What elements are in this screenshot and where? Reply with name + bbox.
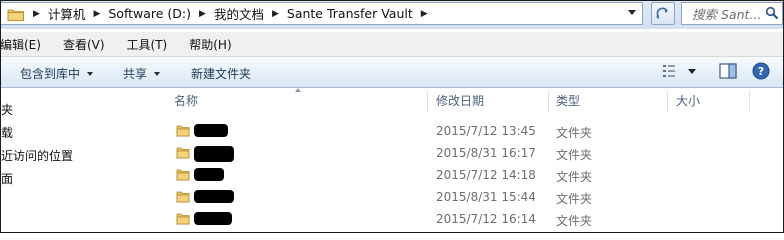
share-label: 共享 (123, 67, 148, 81)
breadcrumb-chevron-icon[interactable]: ▶ (199, 9, 206, 19)
column-divider[interactable] (667, 90, 668, 112)
file-type: 文件夹 (556, 170, 593, 184)
column-divider[interactable] (749, 90, 750, 112)
address-history-dropdown-icon[interactable] (628, 10, 636, 15)
chevron-down-icon (87, 71, 94, 76)
nav-item-downloads[interactable]: 载 (1, 124, 13, 141)
nav-item-favorites[interactable]: 夹 (1, 101, 13, 118)
new-folder-label: 新建文件夹 (191, 67, 252, 81)
redacted-file-name (194, 146, 234, 162)
file-row[interactable]: 2015/7/12 13:45 文件夹 (164, 121, 783, 143)
breadcrumb-chevron-icon[interactable]: ▶ (33, 9, 40, 19)
file-row[interactable]: 2015/8/31 15:44 文件夹 (164, 187, 783, 209)
file-modified-date: 2015/7/12 16:14 (436, 212, 536, 226)
file-row[interactable]: 2015/8/31 16:17 文件夹 (164, 143, 783, 165)
column-header-name-label: 名称 (174, 94, 199, 108)
preview-pane-icon[interactable] (719, 63, 737, 82)
column-header-type[interactable]: 类型 (556, 88, 666, 113)
help-icon[interactable]: ? (752, 62, 770, 83)
address-bar[interactable]: ▶ 计算机 ▶ Software (D:) ▶ 我的文档 ▶ Sante Tra… (1, 2, 643, 25)
menu-help[interactable]: 帮助(H) (189, 36, 231, 53)
breadcrumb-chevron-icon[interactable]: ▶ (421, 9, 428, 19)
menu-view[interactable]: 查看(V) (63, 36, 105, 53)
search-placeholder: 搜索 Sant... (692, 7, 762, 22)
file-modified-date: 2015/7/12 14:18 (436, 168, 536, 182)
file-modified-date: 2015/8/31 16:17 (436, 146, 536, 160)
view-options-dropdown-icon[interactable] (688, 69, 696, 74)
chevron-down-icon (154, 71, 161, 76)
redacted-file-name (194, 124, 228, 137)
file-modified-date: 2015/7/12 13:45 (436, 124, 536, 138)
menu-bar: 编辑(E) 查看(V) 工具(T) 帮助(H) (1, 32, 783, 57)
column-header-type-label: 类型 (556, 94, 581, 108)
file-type: 文件夹 (556, 148, 593, 162)
folder-icon (176, 146, 190, 162)
menu-tools[interactable]: 工具(T) (127, 36, 168, 53)
folder-icon (176, 168, 190, 184)
refresh-icon (656, 7, 668, 19)
explorer-window: ▶ 计算机 ▶ Software (D:) ▶ 我的文档 ▶ Sante Tra… (0, 0, 784, 233)
breadcrumb-documents[interactable]: 我的文档 (214, 4, 264, 23)
column-header-size-label: 大小 (676, 94, 701, 108)
file-row[interactable]: 2015/7/12 14:18 文件夹 (164, 165, 783, 187)
folder-icon (176, 212, 190, 228)
view-options-icon[interactable] (663, 65, 679, 80)
nav-item-recent-places[interactable]: 近访问的位置 (1, 147, 73, 164)
command-bar: 包含到库中 共享 新建文件夹 ? (1, 57, 783, 88)
refresh-button[interactable] (651, 2, 675, 25)
column-header-size[interactable]: 大小 (676, 88, 746, 113)
breadcrumb-chevron-icon[interactable]: ▶ (272, 9, 279, 19)
file-type: 文件夹 (556, 214, 593, 228)
column-header-modified[interactable]: 修改日期 (436, 88, 551, 113)
file-list: 名称 修改日期 类型 大小 2015/7/12 13:45 文件夹 2015/8… (164, 88, 783, 232)
column-divider[interactable] (427, 90, 428, 112)
menu-edit[interactable]: 编辑(E) (1, 36, 41, 53)
include-in-library-label: 包含到库中 (20, 67, 81, 81)
breadcrumb-chevron-icon[interactable]: ▶ (93, 9, 100, 19)
file-modified-date: 2015/8/31 15:44 (436, 190, 536, 204)
search-icon[interactable] (765, 6, 779, 23)
address-row: ▶ 计算机 ▶ Software (D:) ▶ 我的文档 ▶ Sante Tra… (1, 1, 783, 29)
breadcrumb-current-folder[interactable]: Sante Transfer Vault (287, 6, 413, 21)
redacted-file-name (194, 212, 232, 225)
share-button[interactable]: 共享 (123, 65, 161, 82)
nav-item-desktop[interactable]: 面 (1, 170, 13, 187)
column-header-name[interactable]: 名称 (174, 88, 424, 113)
include-in-library-button[interactable]: 包含到库中 (20, 65, 94, 82)
folder-icon (7, 7, 25, 21)
breadcrumb-drive[interactable]: Software (D:) (108, 6, 191, 21)
column-header-modified-label: 修改日期 (436, 94, 485, 108)
new-folder-button[interactable]: 新建文件夹 (191, 65, 251, 82)
search-input[interactable]: 搜索 Sant... (681, 2, 783, 25)
svg-text:?: ? (758, 65, 764, 78)
navigation-pane: 夹 载 近访问的位置 面 (1, 88, 161, 232)
breadcrumb-computer[interactable]: 计算机 (48, 4, 86, 23)
redacted-file-name (194, 168, 224, 181)
file-row[interactable]: 2015/7/12 16:14 文件夹 (164, 209, 783, 231)
redacted-file-name (194, 190, 234, 203)
file-type: 文件夹 (556, 126, 593, 140)
folder-icon (176, 124, 190, 140)
file-type: 文件夹 (556, 192, 593, 206)
column-divider[interactable] (548, 90, 549, 112)
folder-icon (176, 190, 190, 206)
